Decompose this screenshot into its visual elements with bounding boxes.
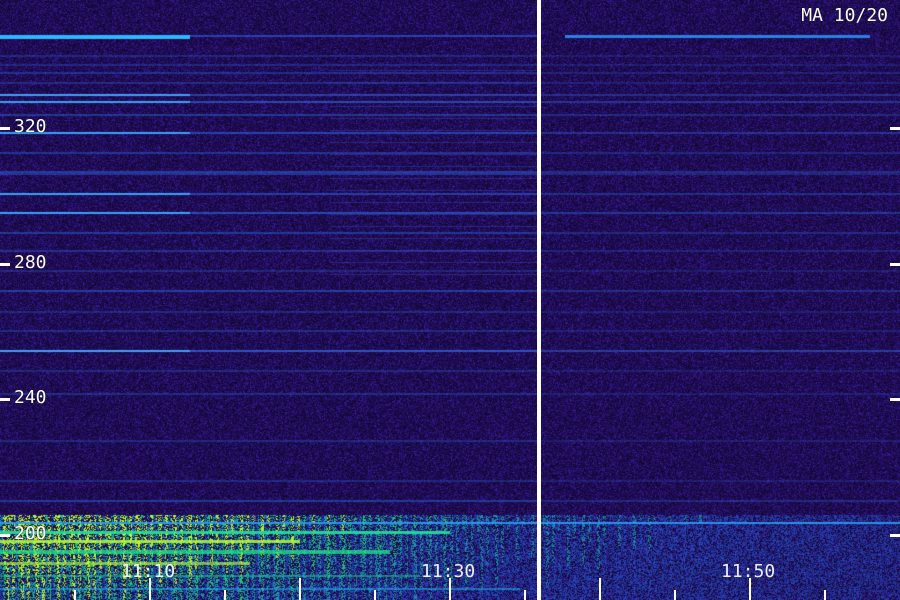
x-tick-minor (374, 590, 376, 600)
x-tick-major (449, 578, 451, 600)
station-label: MA 10/20 (801, 5, 888, 26)
x-tick-major (599, 578, 601, 600)
x-tick-minor (74, 590, 76, 600)
y-tick-right-280 (890, 263, 900, 266)
y-tick-left-280 (0, 263, 10, 266)
x-tick-minor (674, 590, 676, 600)
y-label-280: 280 (14, 252, 47, 273)
x-tick-major (299, 578, 301, 600)
time-cursor-line[interactable] (537, 0, 541, 600)
y-tick-left-320 (0, 127, 10, 130)
x-tick-minor (224, 590, 226, 600)
spectrogram-viewer: MA 10/20 320 280 240 200 11:10 11:30 11:… (0, 0, 900, 600)
y-label-200: 200 (14, 523, 47, 544)
y-tick-right-240 (890, 398, 900, 401)
x-tick-major (149, 578, 151, 600)
x-tick-minor (524, 590, 526, 600)
y-label-240: 240 (14, 387, 47, 408)
y-tick-left-240 (0, 398, 10, 401)
y-tick-right-320 (890, 127, 900, 130)
x-tick-major (749, 578, 751, 600)
spectrogram-canvas (0, 0, 900, 600)
y-tick-right-200 (890, 534, 900, 537)
x-tick-minor (824, 590, 826, 600)
y-tick-left-200 (0, 534, 10, 537)
y-label-320: 320 (14, 116, 47, 137)
